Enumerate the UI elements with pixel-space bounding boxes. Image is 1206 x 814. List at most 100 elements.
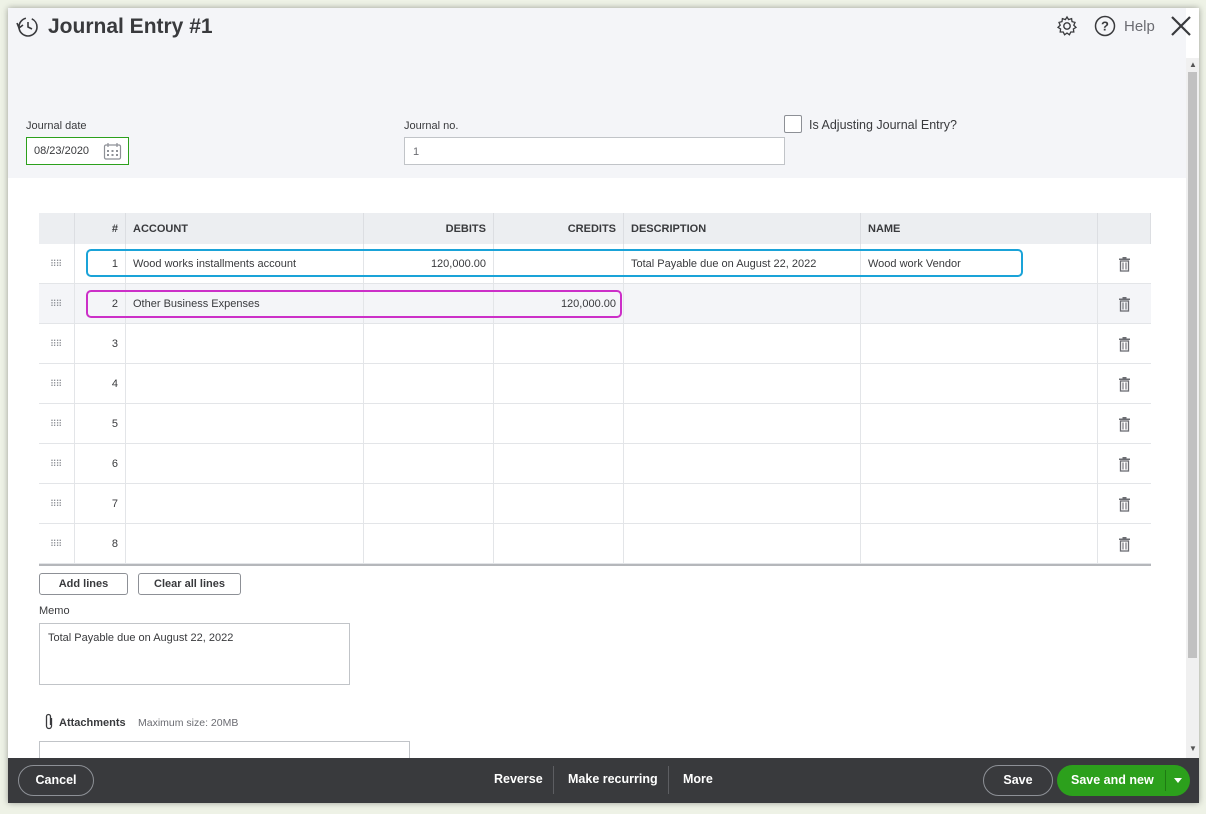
debit-cell[interactable] — [364, 324, 494, 363]
header-delete-cell — [1098, 213, 1151, 244]
trash-icon[interactable] — [1118, 417, 1131, 432]
drag-handle[interactable]: ⠿⠿ — [39, 404, 75, 443]
add-lines-button[interactable]: Add lines — [39, 573, 128, 595]
credit-cell[interactable] — [494, 444, 624, 483]
table-row[interactable]: ⠿⠿ 4 — [39, 364, 1151, 404]
journal-date-field[interactable]: 08/23/2020 — [26, 137, 129, 165]
credit-cell[interactable] — [494, 404, 624, 443]
credit-cell[interactable] — [494, 324, 624, 363]
trash-icon[interactable] — [1118, 337, 1131, 352]
trash-icon[interactable] — [1118, 457, 1131, 472]
name-cell[interactable] — [861, 404, 1098, 443]
chevron-down-icon[interactable] — [1172, 773, 1184, 787]
account-cell[interactable] — [126, 364, 364, 403]
save-and-new-button[interactable]: Save and new — [1057, 765, 1190, 796]
drag-handle-icon[interactable]: ⠿⠿ — [50, 298, 62, 309]
account-cell[interactable] — [126, 484, 364, 523]
clear-all-lines-button[interactable]: Clear all lines — [138, 573, 241, 595]
trash-icon[interactable] — [1118, 297, 1131, 312]
drag-handle[interactable]: ⠿⠿ — [39, 524, 75, 563]
vertical-scrollbar[interactable]: ▲ ▼ — [1186, 58, 1199, 758]
scroll-down-arrow[interactable]: ▼ — [1189, 744, 1197, 753]
debit-cell[interactable] — [364, 524, 494, 563]
trash-icon[interactable] — [1118, 537, 1131, 552]
gear-icon[interactable] — [1056, 15, 1078, 37]
drag-handle[interactable]: ⠿⠿ — [39, 364, 75, 403]
close-icon[interactable] — [1169, 14, 1193, 38]
drag-handle[interactable]: ⠿⠿ — [39, 484, 75, 523]
trash-icon[interactable] — [1118, 377, 1131, 392]
account-cell[interactable] — [126, 444, 364, 483]
more-link[interactable]: More — [683, 772, 713, 786]
row-number: 6 — [111, 457, 118, 470]
description-cell[interactable] — [624, 284, 861, 323]
header-drag-cell — [39, 213, 75, 244]
name-cell[interactable] — [861, 524, 1098, 563]
table-row[interactable]: ⠿⠿ 8 — [39, 524, 1151, 564]
adjusting-entry-checkbox[interactable] — [784, 115, 802, 133]
delete-cell — [1098, 404, 1151, 443]
name-cell[interactable] — [861, 284, 1098, 323]
scrollbar-thumb[interactable] — [1188, 72, 1197, 658]
debit-cell[interactable] — [364, 484, 494, 523]
drag-handle-icon[interactable]: ⠿⠿ — [50, 458, 62, 469]
journal-no-field[interactable]: 1 — [404, 137, 785, 165]
name-cell[interactable] — [861, 364, 1098, 403]
help-icon[interactable]: ? — [1094, 15, 1116, 37]
journal-entry-window: Journal Entry #1 ? Help Journal date 08/… — [8, 8, 1199, 803]
table-row[interactable]: ⠿⠿ 3 — [39, 324, 1151, 364]
account-cell[interactable] — [126, 524, 364, 563]
header-debits: DEBITS — [364, 213, 494, 244]
credit-cell[interactable] — [494, 484, 624, 523]
drag-handle-icon[interactable]: ⠿⠿ — [50, 338, 62, 349]
description-cell[interactable] — [624, 524, 861, 563]
description-cell[interactable] — [624, 404, 861, 443]
history-icon[interactable] — [14, 14, 40, 40]
account-cell[interactable] — [126, 404, 364, 443]
header-panel: Journal Entry #1 ? Help Journal date 08/… — [8, 8, 1191, 178]
footer-divider — [553, 766, 554, 794]
save-button[interactable]: Save — [983, 765, 1053, 796]
drag-handle-icon[interactable]: ⠿⠿ — [50, 498, 62, 509]
table-row[interactable]: ⠿⠿ 6 — [39, 444, 1151, 484]
page-title: Journal Entry #1 — [48, 15, 213, 38]
row-number: 8 — [111, 537, 118, 550]
cancel-button[interactable]: Cancel — [18, 765, 94, 796]
trash-icon[interactable] — [1118, 257, 1131, 272]
debit-cell[interactable] — [364, 364, 494, 403]
drag-handle[interactable]: ⠿⠿ — [39, 444, 75, 483]
drag-handle-icon[interactable]: ⠿⠿ — [50, 378, 62, 389]
attachments-max-size: Maximum size: 20MB — [138, 717, 239, 729]
drag-handle[interactable]: ⠿⠿ — [39, 284, 75, 323]
table-row[interactable]: ⠿⠿ 5 — [39, 404, 1151, 444]
table-row[interactable]: ⠿⠿ 7 — [39, 484, 1151, 524]
credit-cell[interactable] — [494, 364, 624, 403]
description-cell[interactable] — [624, 364, 861, 403]
row-number: 5 — [111, 417, 118, 430]
name-cell[interactable] — [861, 444, 1098, 483]
make-recurring-link[interactable]: Make recurring — [568, 772, 658, 786]
description-cell[interactable] — [624, 444, 861, 483]
drag-handle-icon[interactable]: ⠿⠿ — [50, 418, 62, 429]
trash-icon[interactable] — [1118, 497, 1131, 512]
header-num: # — [75, 213, 126, 244]
scroll-up-arrow[interactable]: ▲ — [1189, 60, 1197, 69]
help-link[interactable]: Help — [1124, 18, 1155, 35]
debit-cell[interactable] — [364, 404, 494, 443]
drag-handle[interactable]: ⠿⠿ — [39, 324, 75, 363]
description-cell[interactable] — [624, 484, 861, 523]
account-cell[interactable] — [126, 324, 364, 363]
calendar-icon[interactable] — [103, 142, 122, 161]
row-number-cell: 5 — [75, 404, 126, 443]
paperclip-icon — [45, 713, 53, 730]
drag-handle-icon[interactable]: ⠿⠿ — [50, 258, 62, 269]
memo-field[interactable]: Total Payable due on August 22, 2022 — [39, 623, 350, 685]
reverse-link[interactable]: Reverse — [494, 772, 543, 786]
name-cell[interactable] — [861, 484, 1098, 523]
drag-handle-icon[interactable]: ⠿⠿ — [50, 538, 62, 549]
name-cell[interactable] — [861, 324, 1098, 363]
credit-cell[interactable] — [494, 524, 624, 563]
drag-handle[interactable]: ⠿⠿ — [39, 244, 75, 283]
debit-cell[interactable] — [364, 444, 494, 483]
description-cell[interactable] — [624, 324, 861, 363]
